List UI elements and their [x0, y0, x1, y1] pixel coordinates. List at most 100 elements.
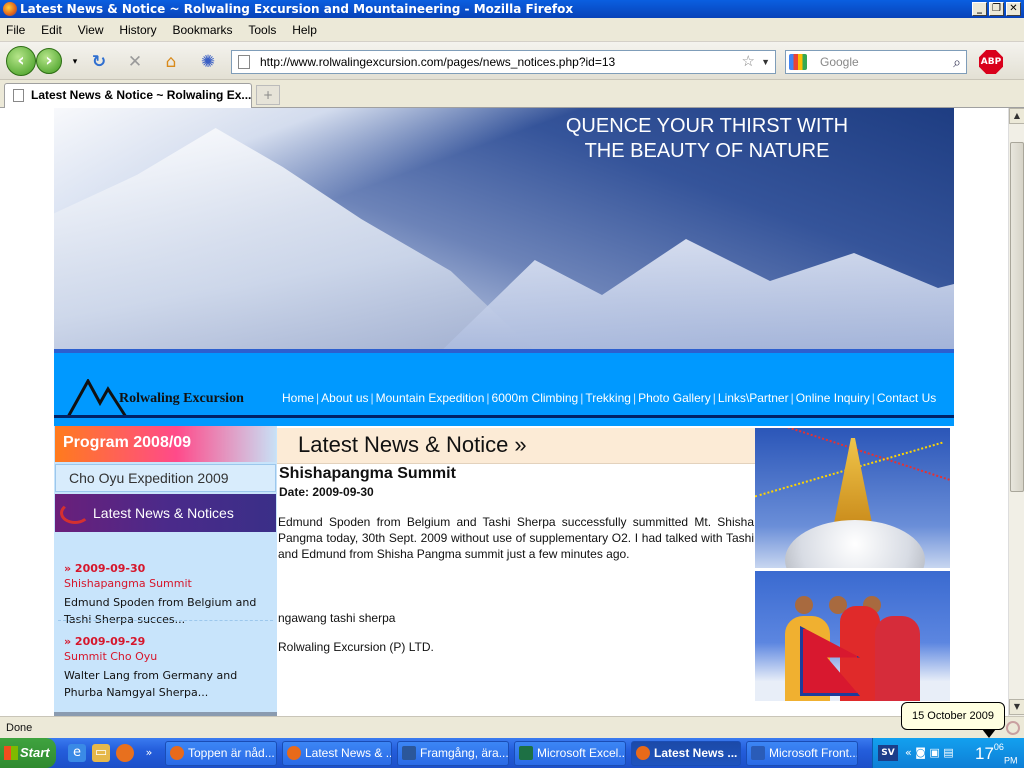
home-icon[interactable]: ⌂: [160, 51, 182, 73]
article-body: Edmund Spoden from Belgium and Tashi She…: [278, 515, 754, 561]
url-text: http://www.rolwalingexcursion.com/pages/…: [260, 55, 616, 69]
firefox-icon: [636, 746, 650, 760]
menu-help[interactable]: Help: [286, 18, 323, 37]
right-image-column: [755, 426, 952, 716]
site-nav-links: Home | About us | Mountain Expedition | 6000m …: [282, 391, 936, 405]
frontpage-icon: [751, 746, 765, 760]
close-button[interactable]: ✕: [1006, 2, 1021, 16]
window-titlebar: Latest News & Notice ~ Rolwaling Excursi…: [0, 0, 1024, 18]
new-tab-button[interactable]: +: [256, 85, 280, 105]
start-button[interactable]: Start: [0, 738, 56, 768]
nav-separator: |: [316, 391, 320, 405]
forward-arrow-icon[interactable]: ›: [36, 48, 62, 74]
scroll-thumb[interactable]: [1010, 142, 1024, 492]
tooltip-tail: [982, 729, 996, 738]
menu-bookmarks[interactable]: Bookmarks: [166, 18, 238, 37]
clock-hour: 17: [975, 744, 994, 763]
google-engine-icon[interactable]: [789, 54, 807, 70]
window-title: Latest News & Notice ~ Rolwaling Excursi…: [20, 2, 574, 16]
news-title-link[interactable]: Summit Cho Oyu: [64, 650, 269, 663]
left-sidebar: Program 2008/09 Cho Oyu Expedition 2009 …: [54, 426, 277, 716]
bookmark-star-icon[interactable]: ☆: [742, 51, 755, 73]
tray-icons[interactable]: « ◙ ▣ ▤: [905, 746, 954, 759]
nav-separator: |: [370, 391, 374, 405]
adblock-status-icon[interactable]: [1006, 721, 1020, 735]
menu-file[interactable]: File: [0, 18, 31, 37]
windows-taskbar: Start e ▭ » Toppen är nåd... Latest News…: [0, 738, 1024, 768]
nav-online-inquiry[interactable]: Online Inquiry: [796, 391, 870, 405]
nav-links-partner[interactable]: Links\Partner: [718, 391, 789, 405]
nav-separator: |: [871, 391, 875, 405]
program-banner[interactable]: Program 2008/09: [55, 426, 276, 462]
addon-swirl-icon[interactable]: ✺: [197, 51, 219, 73]
nav-separator: |: [580, 391, 584, 405]
latest-news-banner[interactable]: Latest News & Notices: [55, 494, 276, 532]
restore-button[interactable]: ❐: [989, 2, 1004, 16]
taskbar-button[interactable]: Latest News & ...: [282, 741, 392, 766]
menu-edit[interactable]: Edit: [35, 18, 68, 37]
tab-latest-news[interactable]: Latest News & Notice ~ Rolwaling Ex...: [4, 83, 252, 108]
history-dropdown-icon[interactable]: ▾: [64, 51, 86, 73]
clock-suffix: PM: [1003, 755, 1018, 766]
search-icon[interactable]: ⌕: [953, 51, 961, 73]
quicklaunch-more-icon[interactable]: »: [140, 744, 158, 762]
clock-minute: 06: [993, 742, 1004, 752]
taskbar-button-label: Toppen är nåd...: [188, 746, 275, 760]
news-title-link[interactable]: Shishapangma Summit: [64, 577, 269, 590]
status-text: Done: [6, 722, 33, 734]
windows-logo-icon: [4, 746, 18, 760]
nav-photo-gallery[interactable]: Photo Gallery: [638, 391, 711, 405]
taskbar-button-active[interactable]: Latest News ...: [631, 741, 741, 766]
site-navbar: Rolwaling Excursion Home | About us | Mounta…: [54, 349, 954, 426]
folder-quicklaunch-icon[interactable]: ▭: [92, 744, 110, 762]
taskbar-button[interactable]: Microsoft Excel...: [514, 741, 626, 766]
scroll-up-icon[interactable]: ▲: [1009, 108, 1024, 124]
nav-trekking[interactable]: Trekking: [585, 391, 631, 405]
start-label: Start: [20, 745, 50, 760]
menu-tools[interactable]: Tools: [242, 18, 282, 37]
firefox-quicklaunch-icon[interactable]: [116, 744, 134, 762]
news-date: » 2009-09-29: [64, 635, 146, 648]
swoosh-icon: [60, 502, 90, 524]
tab-bar: Latest News & Notice ~ Rolwaling Ex... +: [0, 80, 1024, 108]
adblock-icon[interactable]: ABP: [979, 50, 1003, 74]
status-bar: Done: [0, 716, 1024, 738]
taskbar-button[interactable]: Toppen är nåd...: [165, 741, 277, 766]
stop-icon[interactable]: ✕: [124, 51, 146, 73]
nav-mountain-expedition[interactable]: Mountain Expedition: [376, 391, 485, 405]
search-input[interactable]: Google ⌕: [785, 50, 967, 74]
news-item[interactable]: » 2009-09-30 Shishapangma Summit Edmund …: [64, 562, 269, 628]
minimize-button[interactable]: _: [972, 2, 987, 16]
url-dropdown-icon[interactable]: ▼: [761, 51, 770, 73]
nav-separator: |: [790, 391, 794, 405]
main-content: Latest News & Notice » Shishapangma Summ…: [277, 426, 755, 716]
scroll-down-icon[interactable]: ▼: [1009, 699, 1024, 715]
article-company: Rolwaling Excursion (P) LTD.: [278, 640, 434, 654]
language-indicator[interactable]: SV: [878, 745, 898, 761]
taskbar-button[interactable]: Framgång, ära...: [397, 741, 509, 766]
nav-contact-us[interactable]: Contact Us: [877, 391, 936, 405]
page-icon: [13, 89, 24, 102]
taskbar-clock[interactable]: 1706 PM: [975, 742, 1017, 768]
menu-view[interactable]: View: [72, 18, 110, 37]
tab-label: Latest News & Notice ~ Rolwaling Ex...: [31, 88, 252, 102]
menu-history[interactable]: History: [113, 18, 162, 37]
news-excerpt: Edmund Spoden from Belgium and Tashi She…: [64, 596, 257, 626]
climbers-photo: [755, 571, 950, 701]
back-arrow-icon[interactable]: ‹: [6, 46, 36, 76]
news-item[interactable]: » 2009-09-29 Summit Cho Oyu Walter Lang …: [64, 635, 269, 701]
date-tooltip: 15 October 2009: [901, 702, 1005, 738]
nav-home[interactable]: Home: [282, 391, 314, 405]
url-bar[interactable]: http://www.rolwalingexcursion.com/pages/…: [231, 50, 776, 74]
taskbar-button[interactable]: Microsoft Front...: [746, 741, 858, 766]
ie-quicklaunch-icon[interactable]: e: [68, 744, 86, 762]
reload-icon[interactable]: ↻: [88, 51, 110, 73]
cho-oyu-link[interactable]: Cho Oyu Expedition 2009: [55, 464, 276, 492]
vertical-scrollbar[interactable]: ▲ ▼: [1008, 108, 1024, 716]
news-date: » 2009-09-30: [64, 562, 146, 575]
nav-separator: |: [486, 391, 490, 405]
section-heading: Latest News & Notice »: [277, 428, 755, 464]
nav-6000m-climbing[interactable]: 6000m Climbing: [492, 391, 579, 405]
taskbar-button-label: Framgång, ära...: [420, 746, 509, 760]
nav-about-us[interactable]: About us: [321, 391, 368, 405]
